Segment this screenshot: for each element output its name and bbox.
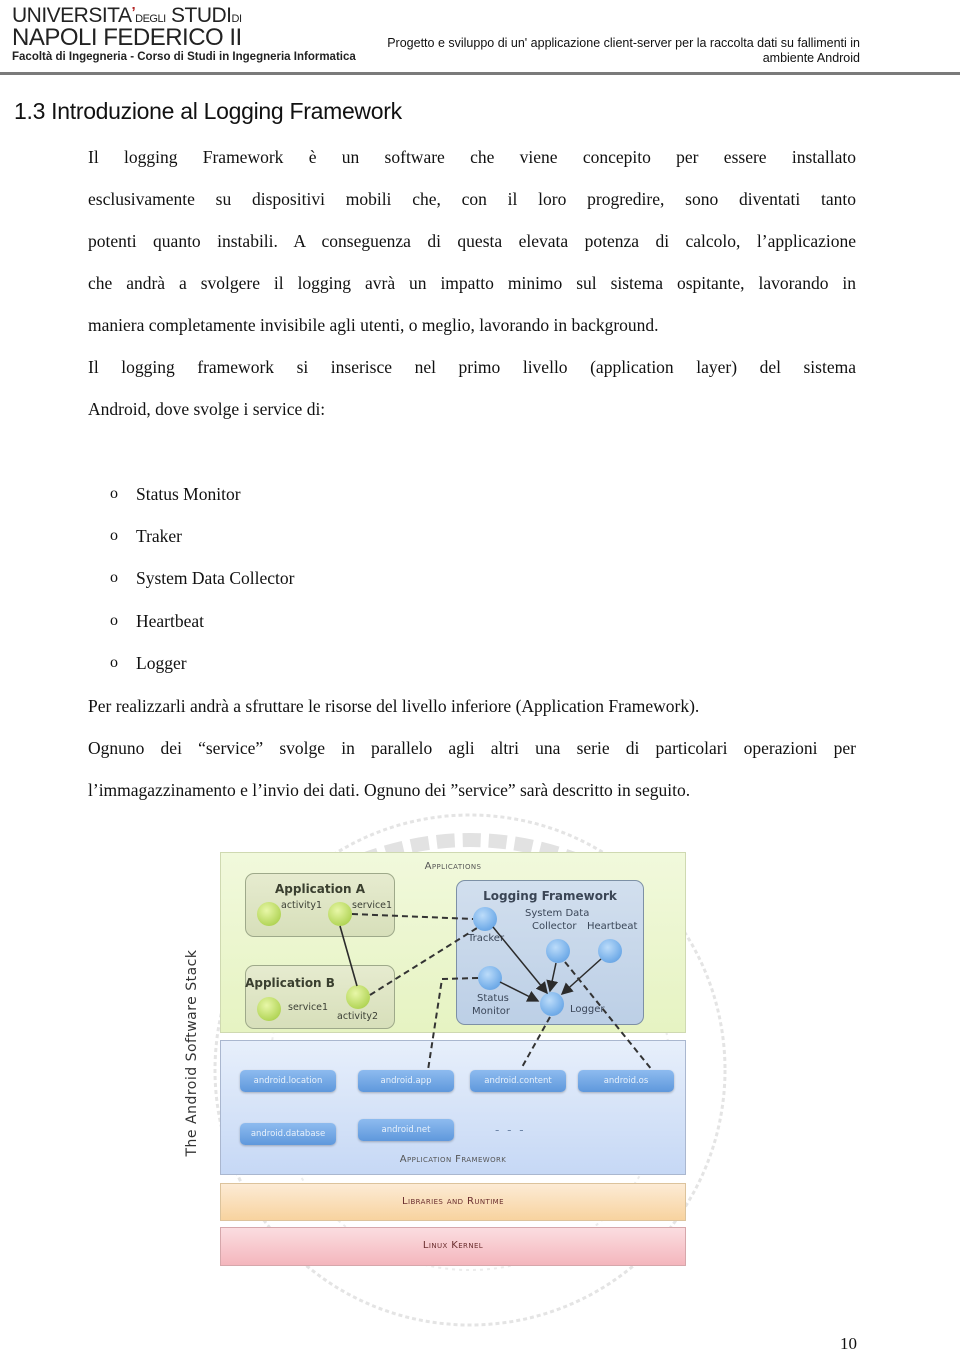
running-title-line2: ambiente Android: [762, 51, 860, 65]
list-item: o Heartbeat: [110, 600, 294, 642]
heartbeat-node-icon: [598, 939, 622, 963]
system-data-collector-node-icon: [546, 939, 570, 963]
tracker-label: Tracker: [468, 933, 505, 944]
service1-a-label: service1: [352, 900, 393, 911]
document-running-title: Progetto e sviluppo di un' applicazione …: [380, 36, 860, 66]
status-monitor-node-icon: [478, 966, 502, 990]
paragraph-line: Per realizzarli andrà a sfruttare le ris…: [88, 696, 700, 716]
faculty-label: Facoltà di Ingegneria - Corso di Studi i…: [12, 51, 356, 63]
paragraph-intro: Il logging Framework è un software che v…: [88, 136, 856, 430]
bullet-circle-icon: o: [110, 485, 118, 502]
application-framework-layer: Application Framework: [220, 1040, 686, 1175]
service1-b-label: service1: [288, 1002, 329, 1013]
service1-b-node-icon: [257, 997, 281, 1021]
paragraph-line: che andrà a svolgere il logging avrà un …: [88, 273, 856, 293]
status-monitor-label-1: Status: [477, 993, 509, 1004]
application-a-title: Application A: [274, 882, 365, 896]
running-title-line1: Progetto e sviluppo di un' applicazione …: [387, 36, 860, 50]
status-monitor-label-2: Monitor: [472, 1006, 511, 1017]
linux-kernel-title: Linux Kernel: [422, 1240, 484, 1251]
paragraph-line: potenti quanto instabili. A conseguenza …: [88, 231, 856, 251]
logger-label: Logger: [570, 1004, 605, 1015]
list-item: o Logger: [110, 642, 294, 684]
diagram-side-label: The Android Software Stack: [184, 949, 200, 1157]
package-android-content: android.content: [470, 1070, 566, 1092]
tracker-node-icon: [473, 907, 497, 931]
package-android-location: android.location: [240, 1070, 336, 1092]
package-android-os: android.os: [578, 1070, 674, 1092]
application-b-title: Application B: [245, 976, 335, 990]
more-packages-ellipsis: - - -: [495, 1123, 526, 1137]
heartbeat-label: Heartbeat: [587, 921, 638, 932]
activity1-node-icon: [257, 902, 281, 926]
android-stack-diagram: The Android Software Stack Applications …: [180, 845, 700, 1275]
applications-layer-title: Applications: [424, 861, 482, 872]
system-data-collector-label-1: System Data: [525, 908, 590, 919]
university-logo-line2: NAPOLI FEDERICO II: [12, 24, 242, 51]
system-data-collector-label-2: Collector: [532, 921, 577, 932]
paragraph-line: Android, dove svolge i service di:: [88, 399, 326, 419]
linux-kernel-layer: Linux Kernel: [220, 1227, 686, 1266]
bullet-circle-icon: o: [110, 527, 118, 545]
service-name: Logger: [136, 652, 187, 673]
libraries-runtime-layer: Libraries and Runtime: [220, 1183, 686, 1221]
page-number: 10: [840, 1334, 857, 1353]
service-name: Status Monitor: [136, 484, 241, 504]
package-android-app: android.app: [358, 1070, 454, 1092]
logging-framework-title: Logging Framework: [483, 889, 617, 903]
paragraph-line: Il logging Framework è un software che v…: [88, 147, 856, 167]
activity1-label: activity1: [281, 900, 323, 911]
bullet-circle-icon: o: [110, 653, 118, 671]
header-divider: [0, 72, 960, 75]
libraries-runtime-title: Libraries and Runtime: [402, 1196, 504, 1207]
activity2-label: activity2: [337, 1011, 379, 1022]
package-android-net: android.net: [358, 1119, 454, 1141]
activity2-node-icon: [346, 985, 370, 1009]
paragraph-line: esclusivamente su dispositivi mobili che…: [88, 189, 856, 209]
bullet-circle-icon: o: [110, 611, 118, 629]
service-name: Heartbeat: [136, 610, 205, 631]
section-heading: 1.3 Introduzione al Logging Framework: [14, 98, 402, 124]
list-item: o System Data Collector: [110, 557, 294, 599]
service-name: Traker: [136, 526, 183, 547]
package-android-database: android.database: [240, 1123, 336, 1145]
paragraph-line: Il logging framework si inserisce nel pr…: [88, 357, 856, 377]
bullet-circle-icon: o: [110, 569, 118, 587]
logger-node-icon: [540, 992, 564, 1016]
list-item: o Traker: [110, 515, 294, 557]
paragraph-line: Ognuno dei “service” svolge in parallelo…: [88, 738, 856, 758]
services-list: o Status Monitor o Traker o System Data Col…: [110, 473, 294, 684]
list-item: o Status Monitor: [110, 473, 294, 515]
application-framework-layer-title: Application Framework: [399, 1154, 507, 1165]
service1-a-node-icon: [328, 902, 352, 926]
paragraph-line: maniera completamente invisibile agli ut…: [88, 315, 659, 335]
service-name: System Data Collector: [136, 568, 295, 589]
